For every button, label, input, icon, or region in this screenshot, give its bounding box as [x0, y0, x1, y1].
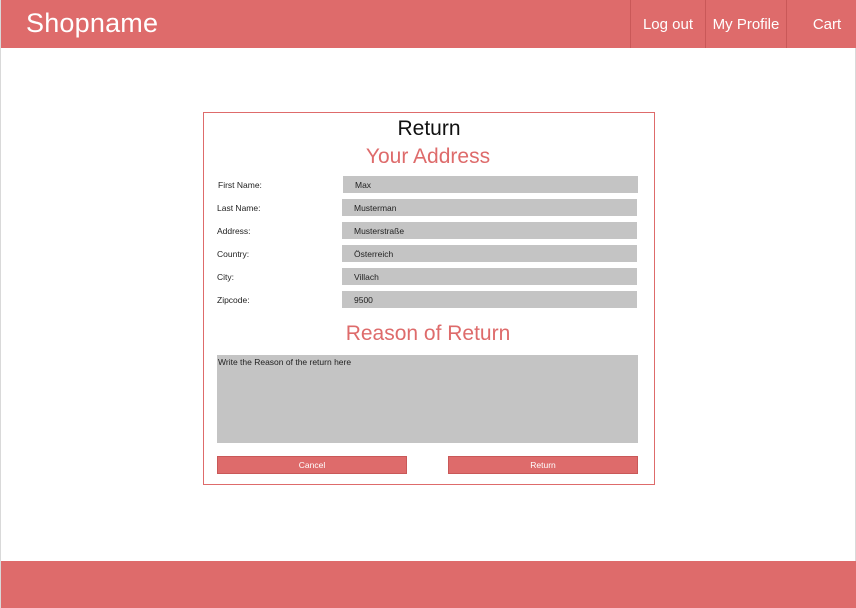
- reason-textarea[interactable]: Write the Reason of the return here: [217, 355, 638, 443]
- nav-menu: Log out My Profile Cart: [630, 0, 856, 48]
- reason-section-heading: Reason of Return: [345, 322, 511, 345]
- last-name-field[interactable]: [342, 199, 637, 216]
- country-label: Country:: [217, 249, 250, 259]
- city-label: City:: [217, 272, 234, 282]
- footer-bar: [1, 561, 856, 608]
- return-form-panel: Return Your Address First Name: Last Nam…: [203, 112, 655, 485]
- nav-my-profile-link[interactable]: My Profile: [705, 0, 786, 48]
- top-nav-bar: Shopname Log out My Profile Cart: [1, 0, 856, 48]
- address-section-heading: Your Address: [365, 145, 491, 168]
- nav-cart-link[interactable]: Cart: [786, 0, 856, 48]
- brand-logo[interactable]: Shopname: [26, 8, 158, 39]
- nav-logout-link[interactable]: Log out: [630, 0, 705, 48]
- return-button[interactable]: Return: [448, 456, 638, 474]
- first-name-label: First Name:: [218, 180, 262, 190]
- address-label: Address:: [217, 226, 251, 236]
- first-name-field[interactable]: [343, 176, 638, 193]
- page-title: Return: [397, 117, 461, 140]
- address-field[interactable]: [342, 222, 637, 239]
- zipcode-label: Zipcode:: [217, 295, 250, 305]
- zipcode-field[interactable]: [342, 291, 637, 308]
- cancel-button[interactable]: Cancel: [217, 456, 407, 474]
- city-field[interactable]: [342, 268, 637, 285]
- country-field[interactable]: [342, 245, 637, 262]
- last-name-label: Last Name:: [217, 203, 261, 213]
